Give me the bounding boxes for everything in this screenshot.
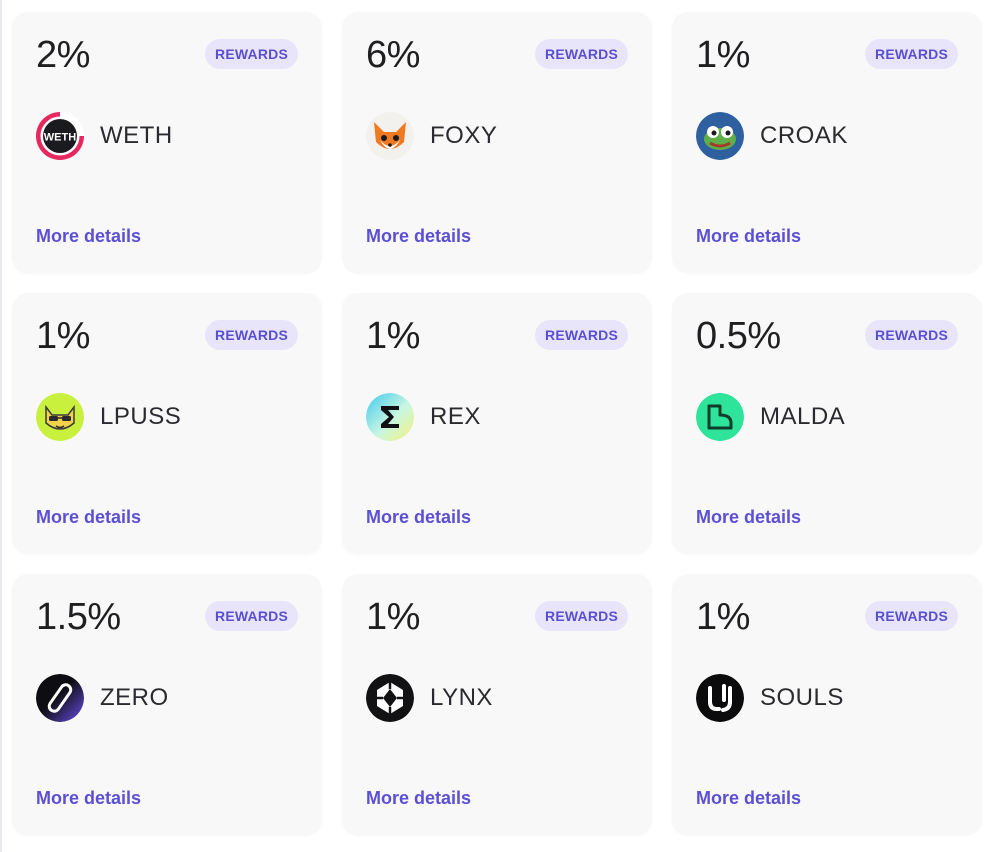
more-details-link[interactable]: More details (366, 507, 471, 528)
lpuss-logo-icon (36, 393, 84, 441)
reward-percent: 1% (696, 34, 750, 76)
zero-logo-icon (36, 674, 84, 722)
more-details-link[interactable]: More details (696, 788, 801, 809)
token-row: LPUSS (36, 393, 181, 441)
rewards-badge: REWARDS (535, 320, 628, 350)
token-symbol: CROAK (760, 122, 848, 149)
token-symbol: FOXY (430, 122, 498, 149)
rewards-badge: REWARDS (865, 39, 958, 69)
token-row: MALDA (696, 393, 845, 441)
more-details-link[interactable]: More details (696, 507, 801, 528)
reward-percent: 1% (36, 315, 90, 357)
more-details-link[interactable]: More details (36, 226, 141, 247)
reward-card-lpuss[interactable]: 1% REWARDS LPUSS More details (12, 293, 322, 554)
reward-percent: 0.5% (696, 315, 781, 357)
rewards-badge: REWARDS (535, 601, 628, 631)
reward-card-zero[interactable]: 1.5% REWARDS ZERO More details (12, 574, 322, 835)
token-row: SOULS (696, 674, 844, 722)
reward-card-rex[interactable]: 1% REWARDS REX More details (342, 293, 652, 554)
token-row: FOXY (366, 112, 497, 160)
token-symbol: MALDA (760, 403, 846, 430)
reward-percent: 1% (366, 596, 420, 638)
reward-percent: 1% (696, 596, 750, 638)
foxy-logo-icon (366, 112, 414, 160)
malda-logo-icon (696, 393, 744, 441)
reward-card-foxy[interactable]: 6% REWARDS FOXY More details (342, 12, 652, 273)
token-symbol: LPUSS (100, 403, 182, 430)
token-row: ZERO (36, 674, 169, 722)
more-details-link[interactable]: More details (36, 507, 141, 528)
reward-card-souls[interactable]: 1% REWARDS SOULS More details (672, 574, 982, 835)
token-symbol: WETH (100, 122, 173, 149)
rewards-badge: REWARDS (205, 39, 298, 69)
reward-percent: 1% (366, 315, 420, 357)
reward-percent: 6% (366, 34, 420, 76)
reward-card-lynx[interactable]: 1% REWARDS LYNX More details (342, 574, 652, 835)
more-details-link[interactable]: More details (366, 788, 471, 809)
left-edge-divider (0, 0, 2, 852)
token-row: WETH WETH (36, 112, 173, 160)
souls-logo-icon (696, 674, 744, 722)
rewards-badge: REWARDS (205, 320, 298, 350)
token-row: CROAK (696, 112, 848, 160)
reward-percent: 2% (36, 34, 90, 76)
rewards-badge: REWARDS (865, 601, 958, 631)
token-row: REX (366, 393, 481, 441)
more-details-link[interactable]: More details (36, 788, 141, 809)
rex-logo-icon (366, 393, 414, 441)
more-details-link[interactable]: More details (366, 226, 471, 247)
reward-card-malda[interactable]: 0.5% REWARDS MALDA More details (672, 293, 982, 554)
weth-logo-icon: WETH (36, 112, 84, 160)
lynx-logo-icon (366, 674, 414, 722)
croak-logo-icon (696, 112, 744, 160)
more-details-link[interactable]: More details (696, 226, 801, 247)
reward-card-croak[interactable]: 1% REWARDS CROAK More details (672, 12, 982, 273)
reward-percent: 1.5% (36, 596, 121, 638)
rewards-grid: 2% REWARDS WETH WETH More details 6% REW… (12, 12, 982, 835)
token-symbol: REX (430, 403, 481, 430)
token-symbol: LYNX (430, 684, 493, 711)
reward-card-weth[interactable]: 2% REWARDS WETH WETH More details (12, 12, 322, 273)
token-symbol: SOULS (760, 684, 844, 711)
rewards-badge: REWARDS (535, 39, 628, 69)
token-symbol: ZERO (100, 684, 169, 711)
rewards-badge: REWARDS (865, 320, 958, 350)
rewards-badge: REWARDS (205, 601, 298, 631)
svg-text:WETH: WETH (44, 132, 76, 144)
token-row: LYNX (366, 674, 493, 722)
